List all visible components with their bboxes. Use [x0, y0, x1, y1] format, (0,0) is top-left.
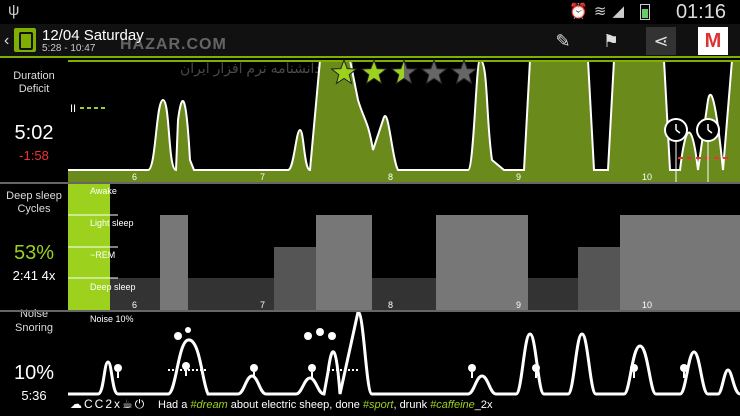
duration-value: 5:02	[14, 122, 54, 144]
rating-star[interactable]	[420, 58, 448, 85]
status-bar: ψ ⏰≋◢ 01:16	[0, 0, 740, 24]
rem-phase	[578, 247, 620, 310]
app-header: ‹ 12/04 Saturday 5:28 - 10:47 HAZAR.COM …	[0, 24, 740, 58]
gmail-icon[interactable]: M	[698, 27, 728, 55]
sleep-note: Had a #dream about electric sheep, done …	[158, 399, 493, 411]
rating-stars[interactable]	[330, 58, 480, 88]
noise-graph[interactable]: Noise 10%	[68, 312, 740, 396]
rating-star[interactable]	[390, 58, 418, 85]
rating-star[interactable]	[330, 58, 358, 85]
deep-phase	[372, 278, 436, 310]
sleep-phase-graph[interactable]: Awake Light sleep ~REM Deep sleep 6 7 8 …	[68, 184, 740, 310]
app-icon[interactable]	[14, 28, 36, 52]
snore-icon[interactable]	[174, 327, 191, 340]
duration-label: Duration	[13, 70, 55, 82]
cycles-label: Cycles	[17, 203, 51, 215]
status-time: 01:16	[675, 1, 726, 23]
hour-label: 9	[516, 172, 521, 182]
hour-label: 10	[642, 172, 652, 182]
tag-icons: ☁CC2x☕⏻	[70, 397, 147, 411]
rating-star[interactable]	[450, 58, 478, 85]
back-icon[interactable]: ‹	[4, 32, 9, 50]
watermark: HAZAR.COM	[120, 36, 227, 53]
deep-sleep-label: Deep sleep	[6, 190, 62, 202]
stats-column: Duration Deficit 5:02 -1:58 Deep sleep C…	[0, 60, 68, 416]
light-phase	[436, 215, 528, 310]
battery-icon	[640, 4, 650, 20]
rating-star[interactable]	[360, 58, 388, 85]
tag-icon[interactable]: ⚑	[596, 27, 626, 55]
share-icon[interactable]: ⋖	[646, 27, 676, 55]
deficit-value: -1:58	[19, 148, 49, 163]
hour-label: 9	[516, 300, 521, 310]
microphone-icon[interactable]	[468, 364, 476, 378]
light-phase	[160, 215, 188, 310]
hour-label: 8	[388, 300, 393, 310]
light-phase	[316, 215, 372, 310]
status-icons: ⏰≋◢	[569, 3, 630, 20]
edit-icon[interactable]: ✎	[548, 27, 578, 55]
usb-icon: ψ	[8, 2, 20, 19]
hour-label: 7	[260, 300, 265, 310]
cycles-value: 2:41 4x	[12, 268, 56, 283]
hour-label: 6	[132, 300, 137, 310]
deep-phase	[528, 278, 578, 310]
pause-icon: II	[70, 103, 76, 115]
rem-label: ~REM	[90, 250, 115, 260]
rem-phase	[274, 247, 316, 310]
microphone-icon[interactable]	[114, 364, 122, 378]
hour-label: 7	[260, 172, 265, 182]
hour-label: 10	[642, 300, 652, 310]
deep-sleep-label: Deep sleep	[90, 282, 136, 292]
snore-icon[interactable]	[304, 328, 336, 340]
deficit-label: Deficit	[18, 83, 50, 95]
hour-label: 6	[132, 172, 137, 182]
noise-level-label: Noise 10%	[90, 314, 134, 324]
light-sleep-label: Light sleep	[90, 218, 134, 228]
noise-percent: 10%	[13, 362, 55, 384]
microphone-icon[interactable]	[308, 364, 316, 378]
light-phase	[620, 215, 740, 310]
snoring-label: Snoring	[15, 322, 53, 334]
note-bar[interactable]: ☁CC2x☕⏻ Had a #dream about electric shee…	[0, 396, 740, 416]
record-time-range: 5:28 - 10:47	[42, 43, 96, 54]
hour-label: 8	[388, 172, 393, 182]
awake-label: Awake	[90, 186, 117, 196]
noise-line	[68, 312, 740, 396]
deep-sleep-percent: 53%	[13, 242, 55, 264]
